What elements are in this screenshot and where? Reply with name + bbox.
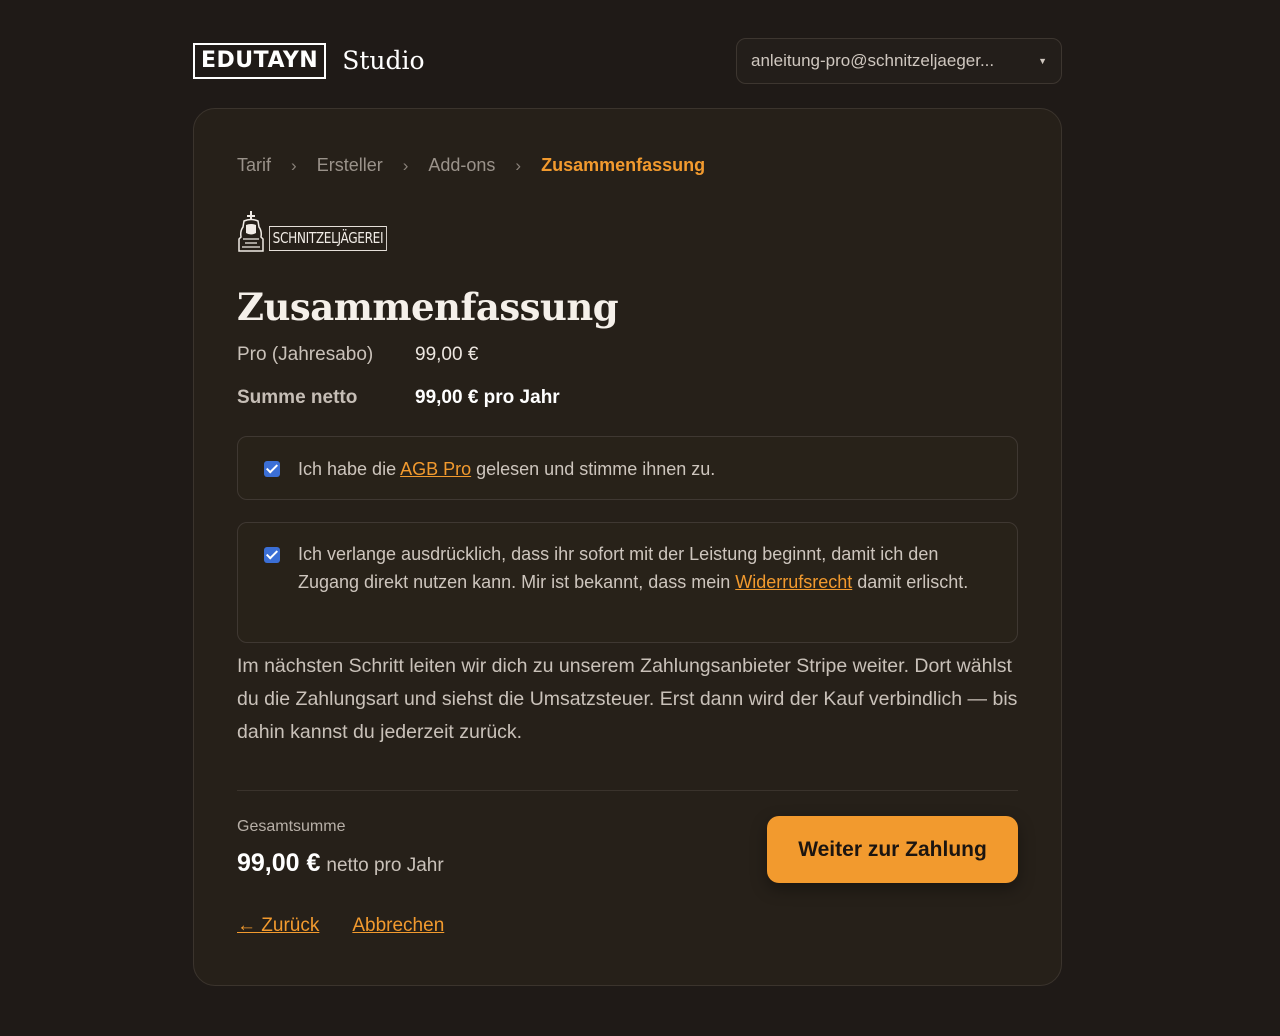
breadcrumb-separator: › [402,155,409,175]
terms-checkbox[interactable] [264,461,280,477]
grand-total-suffix: netto pro Jahr [326,855,444,876]
plan-row: Pro (Jahresabo) 99,00 € [237,344,478,366]
terms-consent-text: Ich habe die AGB Pro gelesen und stimme … [298,455,715,483]
net-total-value: 99,00 € pro Jahr [415,387,560,408]
net-total-label: Summe netto [237,387,358,408]
terms-text-after: gelesen und stimme ihnen zu. [471,459,716,479]
continue-to-payment-button[interactable]: Weiter zur Zahlung [767,816,1018,883]
payment-info-text: Im nächsten Schritt leiten wir dich zu u… [237,655,1018,743]
brand-studio-label: Studio [342,46,425,75]
withdrawal-text-after: damit erlischt. [852,572,969,592]
organization-logo-text: SCHNITZELJÄGEREI [269,226,387,251]
withdrawal-checkbox[interactable] [264,547,280,563]
grand-total-amount: 99,00 € [237,849,321,877]
chevron-down-icon: ▼ [1038,56,1047,66]
terms-consent-box: Ich habe die AGB Pro gelesen und stimme … [237,436,1018,500]
plan-label: Pro (Jahresabo) [237,344,374,365]
terms-text-before: Ich habe die [298,459,401,479]
breadcrumb: Tarif › Ersteller › Add-ons › Zusammenfa… [237,155,705,176]
breadcrumb-addons[interactable]: Add-ons [428,155,495,176]
cancel-link[interactable]: Abbrechen [352,915,444,937]
brand-logo[interactable]: EDUTAYN Studio [193,43,425,79]
breadcrumb-separator: › [515,155,522,175]
organization-logo: SCHNITZELJÄGEREI [237,209,400,252]
breadcrumb-separator: › [291,155,297,175]
nav-links: ← Zurück Abbrechen [237,915,477,937]
plan-price: 99,00 € [415,344,479,365]
knight-crest-icon [238,211,264,252]
account-dropdown[interactable]: anleitung-pro@schnitzeljaeger... ▼ [736,38,1062,84]
grand-total-label: Gesamtsumme [237,818,346,835]
brand-wordmark: EDUTAYN [193,43,327,79]
account-email: anleitung-pro@schnitzeljaeger... [751,51,995,70]
breadcrumb-zusammenfassung: Zusammenfassung [541,155,706,175]
withdrawal-consent-box: Ich verlange ausdrücklich, dass ihr sofo… [237,522,1018,643]
grand-total: 99,00 € netto pro Jahr [237,849,444,878]
top-bar: EDUTAYN Studio anleitung-pro@schnitzelja… [193,38,1062,84]
page-title: Zusammenfassung [237,285,619,329]
net-total-row: Summe netto 99,00 € pro Jahr [237,387,560,409]
back-link[interactable]: ← Zurück [237,915,319,937]
checkout-card: Tarif › Ersteller › Add-ons › Zusammenfa… [193,108,1062,986]
widerrufsrecht-link[interactable]: Widerrufsrecht [735,572,852,592]
breadcrumb-tarif[interactable]: Tarif [237,155,271,176]
breadcrumb-ersteller[interactable]: Ersteller [317,155,383,176]
divider [237,790,1018,791]
withdrawal-consent-text: Ich verlange ausdrücklich, dass ihr sofo… [298,540,998,596]
agb-pro-link[interactable]: AGB Pro [400,459,471,479]
